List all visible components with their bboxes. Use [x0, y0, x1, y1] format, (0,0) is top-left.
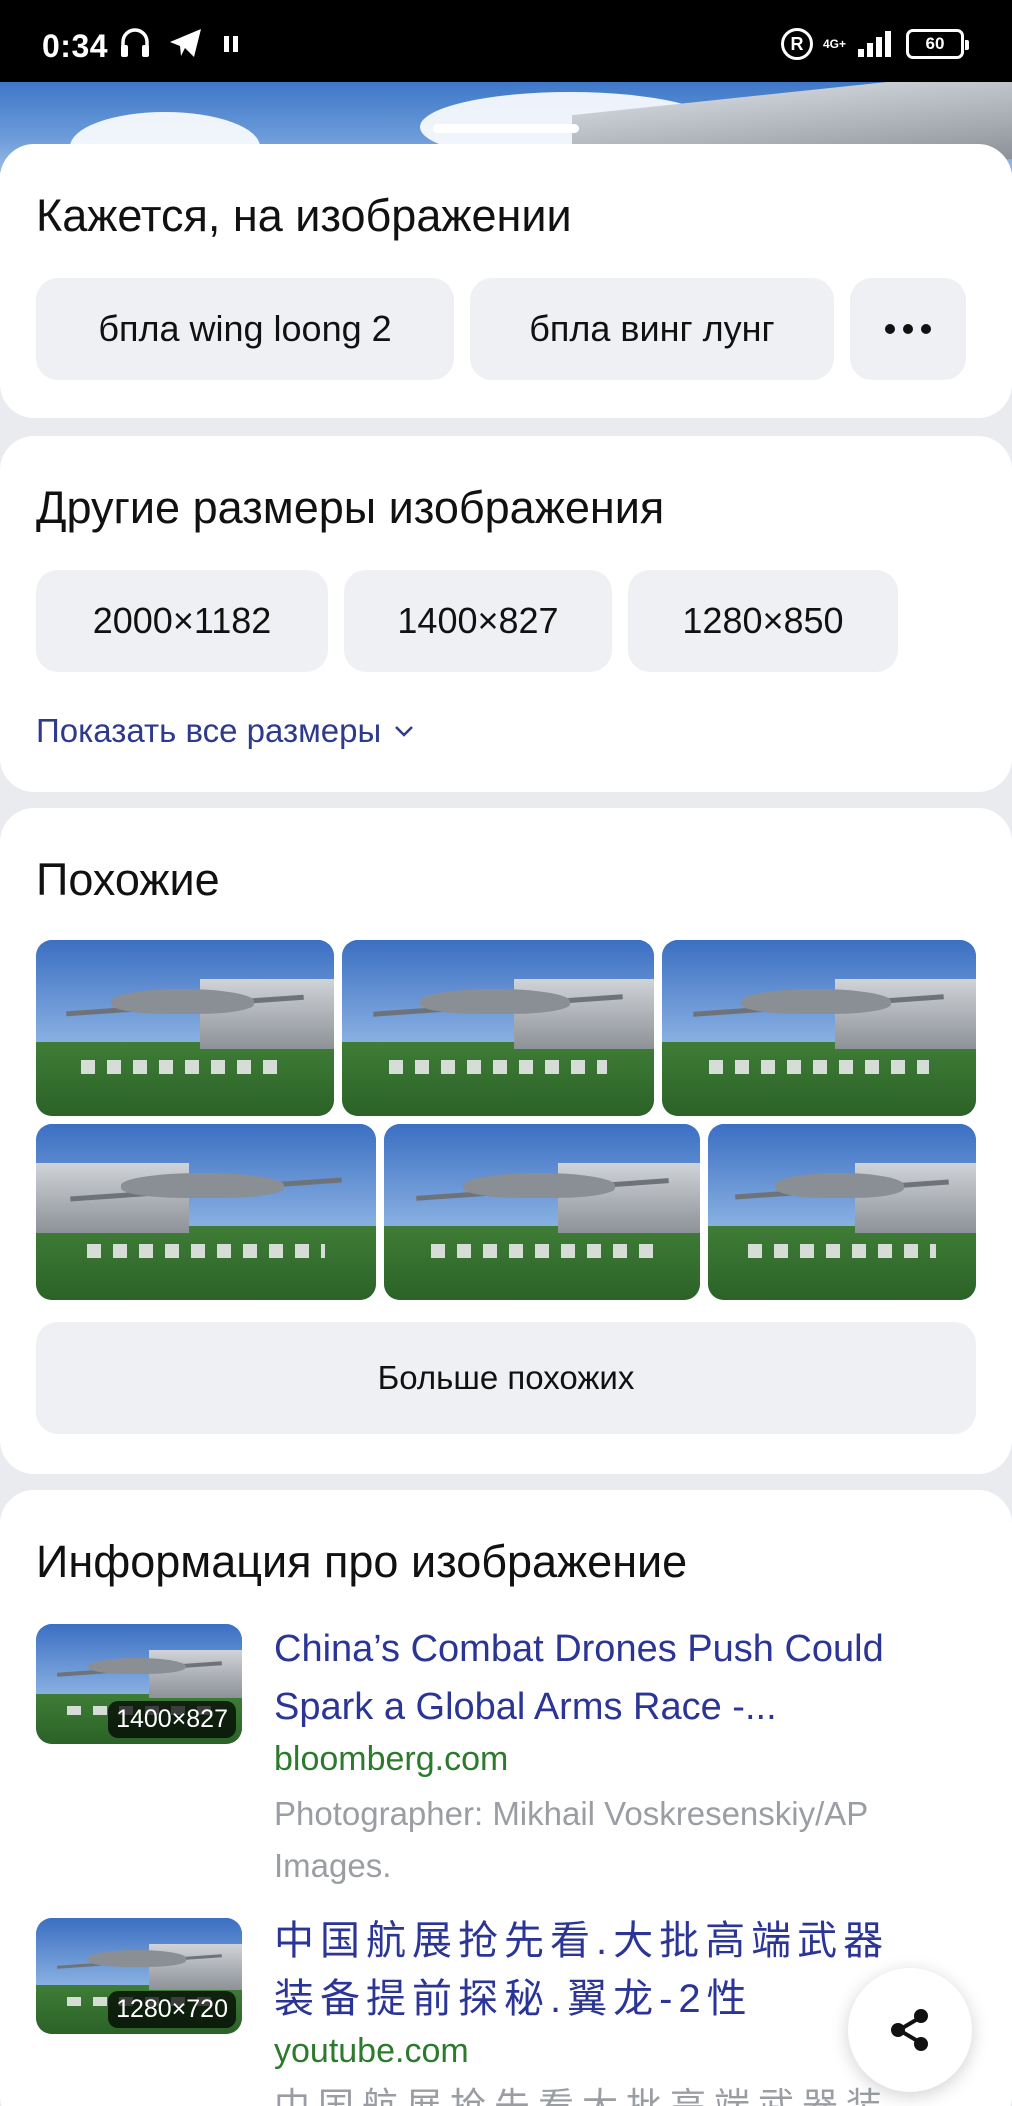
signal-icon — [858, 31, 891, 57]
more-similar-button[interactable]: Больше похожих — [36, 1322, 976, 1434]
sizes-card: Другие размеры изображения 2000×1182 140… — [0, 436, 1012, 792]
info-item-size-badge: 1400×827 — [108, 1701, 236, 1738]
info-item-description: 中国航展抢先看大批高端武器装 — [274, 2085, 891, 2106]
similar-image[interactable] — [708, 1124, 976, 1300]
battery-icon: 60 — [906, 29, 969, 59]
size-chip-2[interactable]: 1400×827 — [344, 570, 612, 672]
similar-image[interactable] — [36, 940, 334, 1116]
network-type: 4G+ — [822, 37, 846, 51]
info-item-source[interactable]: bloomberg.com — [274, 1740, 508, 1779]
more-dots-icon — [885, 324, 931, 334]
show-all-sizes-link[interactable]: Показать все размеры — [36, 712, 415, 750]
seems-title: Кажется, на изображении — [36, 190, 572, 241]
share-icon — [891, 2009, 928, 2051]
pause-icon — [224, 36, 238, 52]
similar-image[interactable] — [384, 1124, 700, 1300]
seems-chip-2[interactable]: бпла винг лунг — [470, 278, 834, 380]
sizes-title: Другие размеры изображения — [36, 482, 665, 533]
headphones-icon — [121, 28, 149, 57]
info-item-thumbnail[interactable]: 1280×720 — [36, 1918, 242, 2034]
battery-level: 60 — [925, 34, 945, 53]
similar-image[interactable] — [662, 940, 976, 1116]
size-chip-3[interactable]: 1280×850 — [628, 570, 898, 672]
sheet-drag-handle[interactable] — [433, 124, 579, 133]
telegram-icon — [170, 29, 201, 57]
similar-image[interactable] — [36, 1124, 376, 1300]
similar-title: Похожие — [36, 854, 220, 905]
registered-icon: R — [780, 28, 813, 60]
show-all-sizes-label: Показать все размеры — [36, 712, 382, 749]
info-item-size-badge: 1280×720 — [108, 1991, 236, 2028]
seems-card: Кажется, на изображении бпла wing loong … — [0, 144, 1012, 418]
status-bar: 0:34 R 4G+ 60 — [0, 0, 1012, 82]
size-chip-1[interactable]: 2000×1182 — [36, 570, 328, 672]
similar-card: Похожие Больше похожих — [0, 808, 1012, 1474]
info-title: Информация про изображение — [36, 1536, 688, 1587]
more-options-button[interactable] — [850, 278, 966, 380]
chevron-down-icon — [395, 726, 414, 737]
info-item-title-link[interactable]: China’s Combat Drones Push Could Spark a… — [274, 1620, 974, 1736]
info-item-source[interactable]: youtube.com — [274, 2032, 469, 2071]
share-button[interactable] — [848, 1968, 972, 2092]
info-item-title-link[interactable]: 中国航展抢先看.大批高端武器装备提前探秘.翼龙-2性 — [274, 1912, 894, 2028]
seems-chip-1[interactable]: бпла wing loong 2 — [36, 278, 454, 380]
info-item-description: Photographer: Mikhail Voskresenskiy/AP I… — [274, 1795, 868, 1884]
similar-image[interactable] — [342, 940, 654, 1116]
status-time: 0:34 — [42, 28, 109, 64]
info-item-thumbnail[interactable]: 1400×827 — [36, 1624, 242, 1744]
